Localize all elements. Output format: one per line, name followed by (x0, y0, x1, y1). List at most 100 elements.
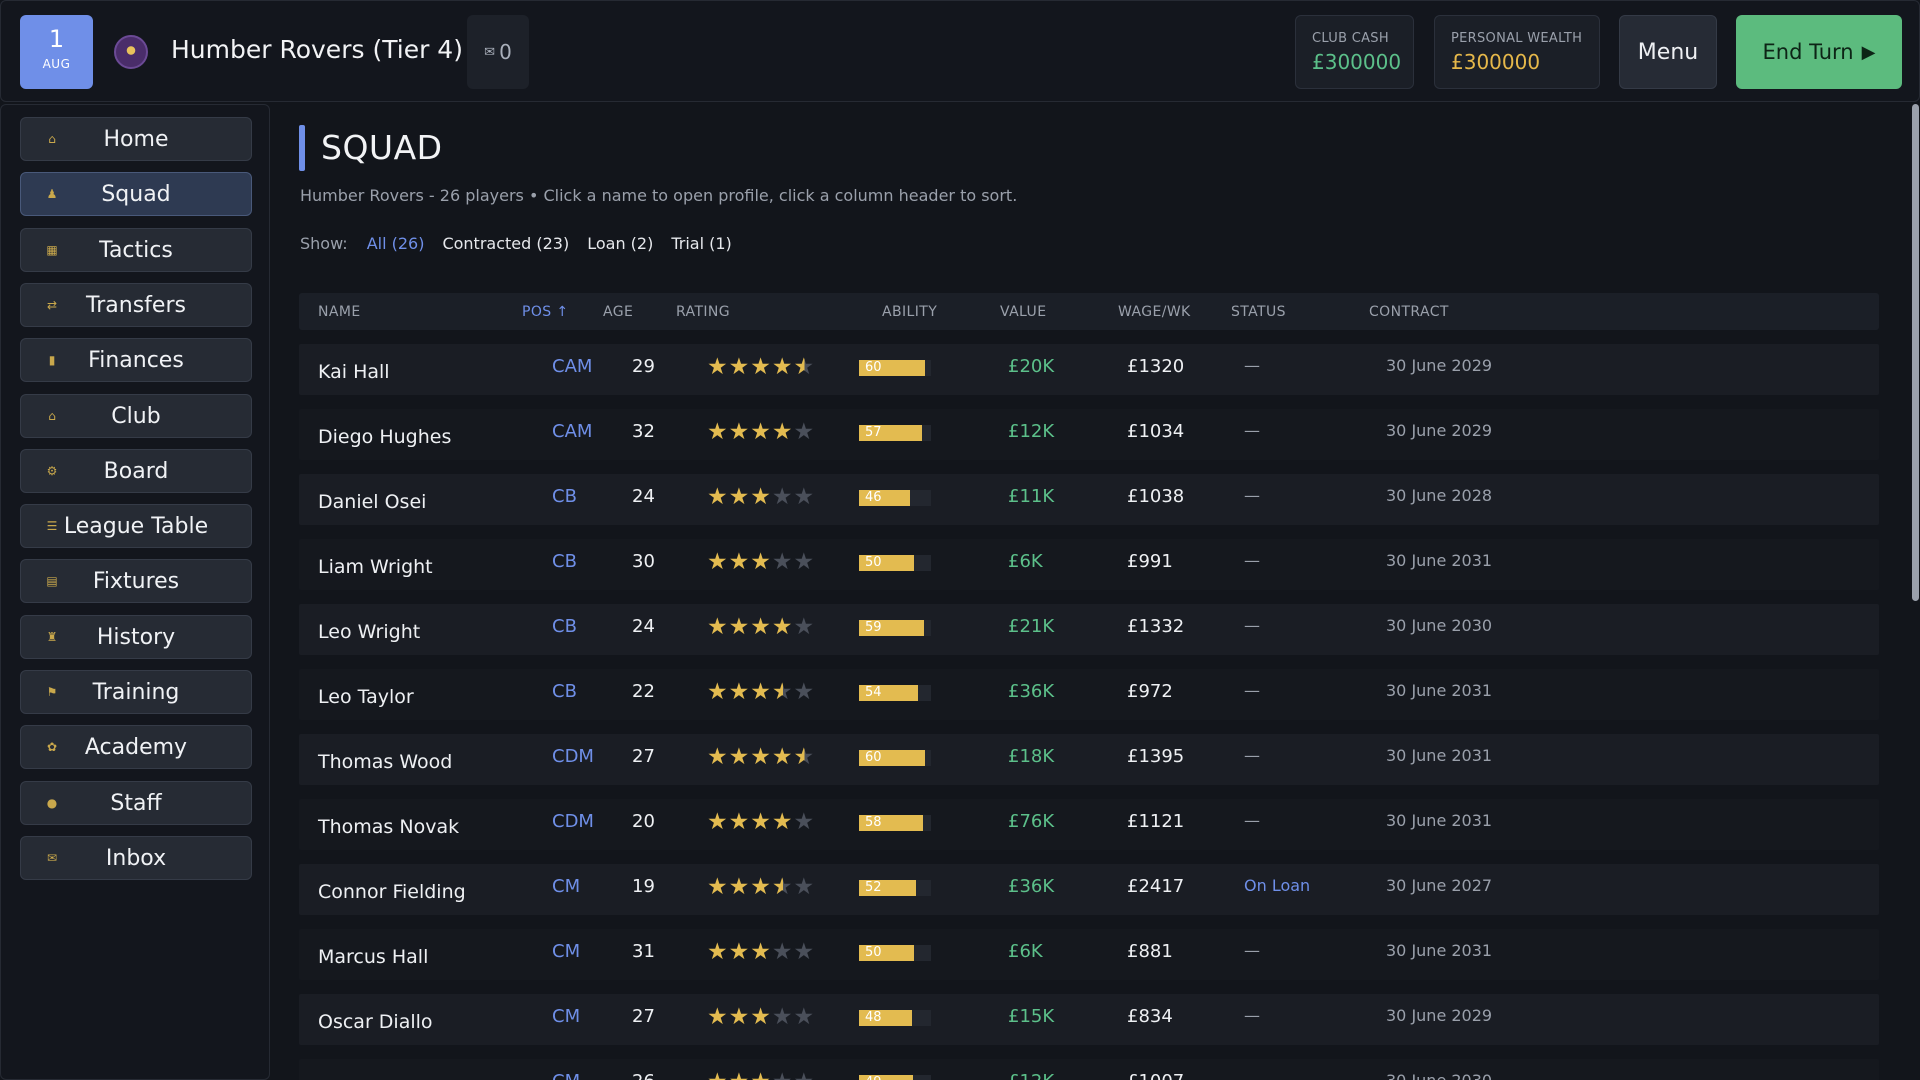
sidebar: ⌂ Home ♟ Squad ▦ Tactics ⇄ Transfers ▮ Finances ⌂ C… (0, 104, 270, 1080)
table-row[interactable]: Liam Wright CB 30 ★★★★★ 50 £6K £991—30 June 20… (299, 539, 1879, 590)
table-row[interactable]: Marcus Hall CM 31 ★★★★★ 50 £6K £881—30 June 20… (299, 929, 1879, 980)
column-header-status[interactable]: STATUS (1231, 304, 1286, 320)
player-name-link[interactable]: Daniel Osei (318, 491, 426, 513)
table-row[interactable]: Leo Wright CB 24 ★★★★★ 59 £21K £1332—30 June 2… (299, 604, 1879, 655)
home-icon: ⌂ (48, 132, 56, 146)
mail-count: 0 (499, 40, 512, 64)
star-icon: ★ (750, 549, 772, 575)
player-name-link[interactable]: Thomas Wood (318, 751, 452, 773)
player-status: On Loan (1244, 876, 1311, 895)
personal-wealth-label: PERSONAL WEALTH (1451, 31, 1583, 46)
star-icon: ★ (771, 809, 794, 835)
sidebar-item-academy[interactable]: ✿ Academy (20, 725, 252, 769)
star-icon: ★ (750, 939, 772, 965)
star-icon: ★ (771, 874, 794, 900)
player-value: £6K (1008, 941, 1043, 962)
star-icon: ★ (728, 419, 751, 445)
player-wage: £1038 (1127, 486, 1185, 507)
player-name-link[interactable]: Kai Hall (318, 361, 390, 383)
sidebar-item-transfers[interactable]: ⇄ Transfers (20, 283, 252, 327)
player-name-link[interactable]: Connor Fielding (318, 881, 466, 903)
player-name-link[interactable]: Leo Taylor (318, 686, 414, 708)
table-row[interactable]: Diego Hughes CAM 32 ★★★★★ 57 £12K £1034—30 Jun… (299, 409, 1879, 460)
sidebar-item-club[interactable]: ⌂ Club (20, 394, 252, 438)
player-wage: £1007 (1127, 1071, 1184, 1080)
ability-bar: 57 (859, 425, 931, 441)
sidebar-item-inbox[interactable]: ✉ Inbox (20, 836, 252, 880)
filter-all-button[interactable]: All (26) (358, 230, 434, 257)
envelope-icon: ✉ (484, 44, 496, 60)
table-row[interactable]: Leo Taylor CB 22 ★★★★★ 54 £36K £972—30 June 20… (299, 669, 1879, 720)
star-icon: ★ (794, 1069, 816, 1080)
table-row[interactable]: Thomas Novak CDM 20 ★★★★★ 58 £76K £1121—30 Jun… (299, 799, 1879, 850)
column-header-age[interactable]: AGE (603, 304, 633, 320)
table-row[interactable]: Connor Fielding CM 19 ★★★★★ 52 £36K £2417 On Lo… (299, 864, 1879, 915)
ability-bar: 58 (859, 815, 931, 831)
table-row[interactable]: CM26★★★★★49£12K£1007—30 June 2030 (299, 1059, 1879, 1080)
sidebar-item-league-table[interactable]: ☰ League Table (20, 504, 252, 548)
player-name-link[interactable]: Liam Wright (318, 556, 433, 578)
mail-button[interactable]: ✉ 0 (467, 15, 529, 89)
menu-button[interactable]: Menu (1619, 15, 1717, 89)
column-header-wage[interactable]: WAGE/WK (1118, 304, 1191, 320)
player-age: 27 (632, 746, 655, 767)
player-name-link[interactable]: Diego Hughes (318, 426, 451, 448)
sidebar-item-fixtures[interactable]: ▤ Fixtures (20, 559, 252, 603)
personal-wealth-value: £300000 (1451, 50, 1541, 74)
player-status: — (1244, 746, 1260, 765)
sidebar-item-board[interactable]: ⚙ Board (20, 449, 252, 493)
player-age: 19 (632, 876, 655, 897)
filter-contracted-button[interactable]: Contracted (23) (433, 230, 578, 257)
filter-trial-button[interactable]: Trial (1) (662, 230, 740, 257)
player-age: 24 (632, 616, 655, 637)
sidebar-item-squad[interactable]: ♟ Squad (20, 172, 252, 216)
player-contract: 30 June 2031 (1386, 681, 1493, 700)
star-icon: ★ (771, 1004, 794, 1030)
club-icon: ⌂ (48, 409, 56, 423)
table-row[interactable]: Kai Hall CAM 29 ★★★★★ 60 £20K £1320—30 June 20… (299, 344, 1879, 395)
player-age: 32 (632, 421, 655, 442)
ability-value: 52 (865, 880, 882, 895)
star-icon: ★ (793, 939, 816, 965)
column-header-pos[interactable]: POS ↑ (522, 304, 569, 320)
sidebar-item-history[interactable]: ♜ History (20, 615, 252, 659)
ability-value: 49 (865, 1075, 882, 1080)
player-name-link[interactable]: Marcus Hall (318, 946, 428, 968)
star-icon: ★ (750, 809, 772, 835)
star-icon: ★ (771, 744, 794, 770)
star-icon: ★ (771, 419, 794, 445)
table-row[interactable]: Daniel Osei CB 24 ★★★★★ 46 £11K £1038—30 June … (299, 474, 1879, 525)
star-icon: ★ (728, 874, 751, 900)
sidebar-item-tactics[interactable]: ▦ Tactics (20, 228, 252, 272)
table-row[interactable]: Thomas Wood CDM 27 ★★★★★ 60 £18K £1395—30 June… (299, 734, 1879, 785)
squad-icon: ♟ (46, 187, 58, 201)
star-icon: ★ (793, 484, 816, 510)
player-wage: £1320 (1127, 356, 1185, 377)
end-turn-button[interactable]: End Turn ▶ (1736, 15, 1902, 89)
table-row[interactable]: Oscar Diallo CM 27 ★★★★★ 48 £15K £834—30 June … (299, 994, 1879, 1045)
star-icon: ★ (793, 809, 816, 835)
star-icon: ★ (707, 614, 729, 640)
player-position: CAM (552, 421, 593, 442)
column-header-value[interactable]: VALUE (1000, 304, 1046, 320)
player-value: £36K (1008, 876, 1055, 897)
sidebar-item-staff[interactable]: ● Staff (20, 781, 252, 825)
sidebar-item-training[interactable]: ⚑ Training (20, 670, 252, 714)
ability-bar: 60 (859, 750, 931, 766)
player-name-link[interactable]: Leo Wright (318, 621, 420, 643)
player-name-link[interactable]: Thomas Novak (318, 816, 459, 838)
player-wage: £1332 (1127, 616, 1185, 637)
star-icon: ★ (750, 1004, 772, 1030)
sidebar-item-label: Squad (101, 181, 171, 207)
column-header-name[interactable]: NAME (318, 304, 361, 320)
column-header-rating[interactable]: RATING (676, 304, 730, 320)
sidebar-item-finances[interactable]: ▮ Finances (20, 338, 252, 382)
player-status: — (1244, 551, 1260, 570)
sidebar-item-home[interactable]: ⌂ Home (20, 117, 252, 161)
column-header-contract[interactable]: CONTRACT (1369, 304, 1449, 320)
column-header-ability[interactable]: ABILITY (882, 304, 937, 320)
scrollbar-thumb[interactable] (1912, 104, 1919, 601)
player-name-link[interactable]: Oscar Diallo (318, 1011, 433, 1033)
filter-loan-button[interactable]: Loan (2) (578, 230, 662, 257)
date-badge: 1 AUG (20, 15, 93, 89)
